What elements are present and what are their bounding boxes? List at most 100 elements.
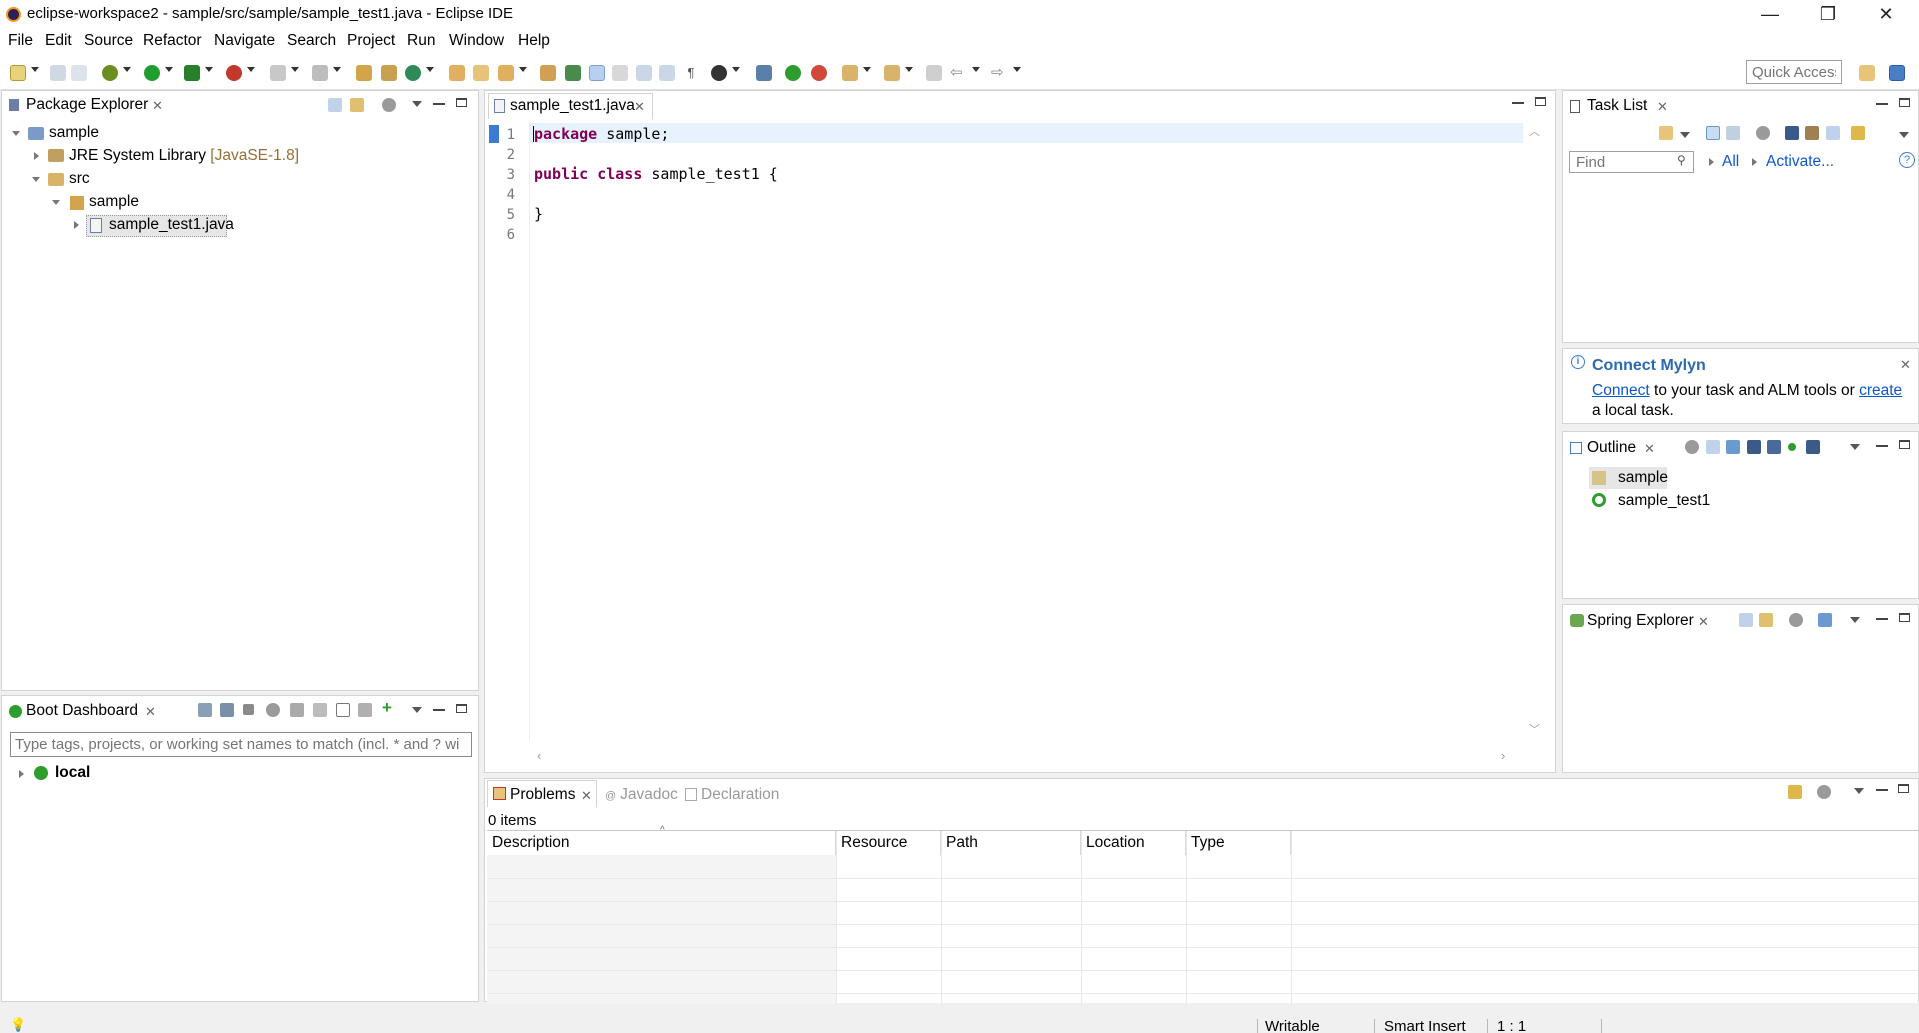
maximize-icon[interactable] [1899, 98, 1910, 107]
collapse-arrow-icon[interactable] [74, 221, 79, 229]
column-resource[interactable]: Resource [836, 831, 941, 855]
link-with-editor-icon[interactable] [350, 98, 364, 112]
maximize-icon[interactable] [1899, 613, 1910, 622]
minimize-icon[interactable] [1876, 103, 1888, 105]
horizontal-scrollbar[interactable]: ‹ › [529, 746, 1523, 766]
spring-tool-dropdown-icon[interactable] [732, 67, 740, 72]
new-task-dropdown-icon[interactable] [1680, 132, 1690, 138]
collapse-all-icon[interactable] [1826, 126, 1840, 140]
forward-icon[interactable]: ⇨ [991, 65, 1007, 81]
close-icon[interactable]: ✕ [1644, 441, 1655, 457]
close-icon[interactable]: ✕ [1900, 357, 1911, 373]
scroll-right-icon[interactable]: › [1501, 748, 1505, 763]
link-editor-icon[interactable] [1805, 126, 1819, 140]
mark-occurrences-icon[interactable] [589, 65, 605, 81]
new-dropdown-icon[interactable] [31, 67, 39, 72]
close-icon[interactable]: ✕ [581, 788, 592, 804]
sort-icon[interactable] [1818, 613, 1832, 627]
new-java-project-icon[interactable] [356, 65, 372, 81]
external-tools-icon[interactable] [226, 65, 242, 81]
next-annotation-dropdown-icon[interactable] [863, 67, 871, 72]
properties-icon[interactable] [336, 703, 350, 717]
close-icon[interactable]: ✕ [1698, 614, 1709, 630]
external-tools-dropdown-icon[interactable] [247, 67, 255, 72]
java-perspective-icon[interactable] [1889, 65, 1905, 81]
package-explorer-tab[interactable]: Package Explorer [26, 96, 148, 114]
previous-annotation-icon[interactable] [884, 65, 900, 81]
close-icon[interactable]: ✕ [634, 99, 645, 115]
maximize-icon[interactable] [1899, 440, 1910, 449]
new-package-icon[interactable] [381, 65, 397, 81]
focus-active-task-icon[interactable] [1788, 785, 1802, 799]
boot-relaunch-icon[interactable] [811, 65, 827, 81]
minimize-icon[interactable] [433, 709, 445, 711]
tab-problems[interactable]: Problems ✕ [487, 780, 597, 807]
open-task-icon[interactable] [473, 65, 489, 81]
next-annotation-icon[interactable] [842, 65, 858, 81]
run-icon[interactable] [144, 65, 160, 81]
debug-dropdown-icon[interactable] [123, 67, 131, 72]
coverage-icon[interactable] [184, 65, 200, 81]
menu-window[interactable]: Window [449, 32, 504, 50]
save-icon[interactable] [50, 65, 66, 81]
outline-tab[interactable]: Outline [1587, 439, 1636, 457]
expose-icon[interactable] [358, 703, 372, 717]
tree-jre-library[interactable]: JRE System Library [JavaSE-1.8] [69, 147, 299, 165]
search-icon[interactable] [498, 65, 514, 81]
tree-project-sample[interactable]: sample [49, 124, 99, 142]
boot-dashboard-tab[interactable]: Boot Dashboard [26, 702, 138, 720]
focus-icon[interactable] [1785, 126, 1799, 140]
minimize-icon[interactable] [433, 103, 445, 105]
menu-file[interactable]: File [8, 32, 33, 50]
task-list-tab[interactable]: Task List [1587, 97, 1647, 115]
word-wrap-icon[interactable] [659, 65, 675, 81]
menu-project[interactable]: Project [347, 32, 395, 50]
back-icon[interactable]: ⇦ [950, 65, 966, 81]
link-with-editor-icon[interactable] [1759, 613, 1773, 627]
activate-link[interactable]: Activate... [1766, 153, 1834, 171]
scroll-up-icon[interactable]: ︿ [1529, 123, 1540, 139]
stop-icon[interactable] [243, 704, 254, 715]
back-dropdown-icon[interactable] [972, 67, 980, 72]
column-type[interactable]: Type [1186, 831, 1291, 855]
tab-declaration[interactable]: Declaration [685, 786, 779, 804]
boot-local-item[interactable]: local [55, 764, 90, 782]
collapse-all-icon[interactable] [1706, 440, 1720, 454]
view-menu-icon[interactable] [1850, 444, 1860, 450]
collapse-all-icon[interactable] [328, 98, 342, 112]
scroll-down-icon[interactable]: ﹀ [1529, 721, 1540, 737]
maximize-icon[interactable] [1535, 97, 1546, 106]
hide-nonpublic-icon[interactable] [1788, 443, 1796, 451]
outline-item-package[interactable]: sample [1618, 469, 1668, 487]
save-all-icon[interactable] [71, 65, 87, 81]
start-icon[interactable] [198, 703, 212, 717]
boot-filter-input[interactable] [10, 732, 472, 757]
previous-annotation-dropdown-icon[interactable] [905, 67, 913, 72]
expand-arrow-icon[interactable] [32, 177, 40, 182]
block-selection-icon[interactable] [612, 65, 628, 81]
filter-icon[interactable] [382, 98, 396, 112]
close-icon[interactable]: ✕ [152, 98, 163, 114]
tab-javadoc[interactable]: @ Javadoc [605, 786, 678, 804]
stop-dropdown-icon[interactable] [291, 67, 299, 72]
column-path[interactable]: Path [941, 831, 1081, 855]
debug-icon[interactable] [102, 65, 118, 81]
create-link[interactable]: create [1859, 382, 1902, 399]
collapse-arrow-icon[interactable] [34, 152, 39, 160]
skip-breakpoints-icon[interactable] [756, 65, 772, 81]
console-icon[interactable] [290, 703, 304, 717]
minimize-button[interactable]: — [1741, 0, 1799, 28]
new-icon[interactable] [10, 65, 26, 81]
minimize-icon[interactable] [1876, 618, 1888, 620]
filter-icon[interactable] [1685, 440, 1699, 454]
hide-local-types-icon[interactable] [1806, 440, 1820, 454]
lightbulb-icon[interactable]: 💡 [10, 1017, 26, 1033]
toggle-breadcrumb-icon[interactable] [565, 65, 581, 81]
tree-package-sample[interactable]: sample [89, 193, 139, 211]
vertical-scrollbar[interactable]: ︿ ﹀ [1523, 121, 1543, 741]
add-icon[interactable]: + [382, 699, 396, 716]
boot-run-icon[interactable] [785, 65, 801, 81]
search-dropdown-icon[interactable] [519, 67, 527, 72]
minimize-icon[interactable] [1876, 789, 1888, 791]
new-class-dropdown-icon[interactable] [426, 67, 434, 72]
